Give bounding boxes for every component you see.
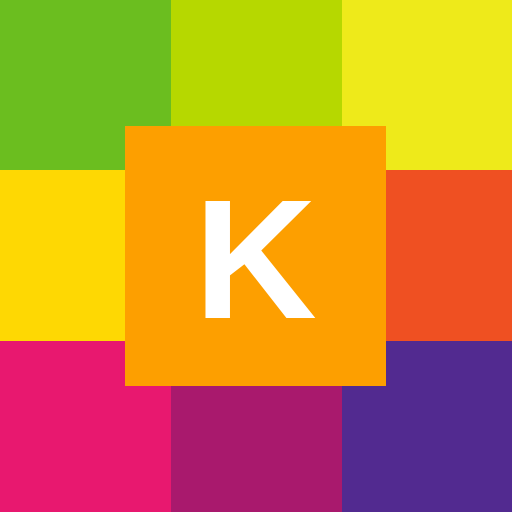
app-icon: K <box>0 0 512 512</box>
center-letter-tile: K <box>125 126 386 386</box>
logo-letter: K <box>194 165 317 355</box>
